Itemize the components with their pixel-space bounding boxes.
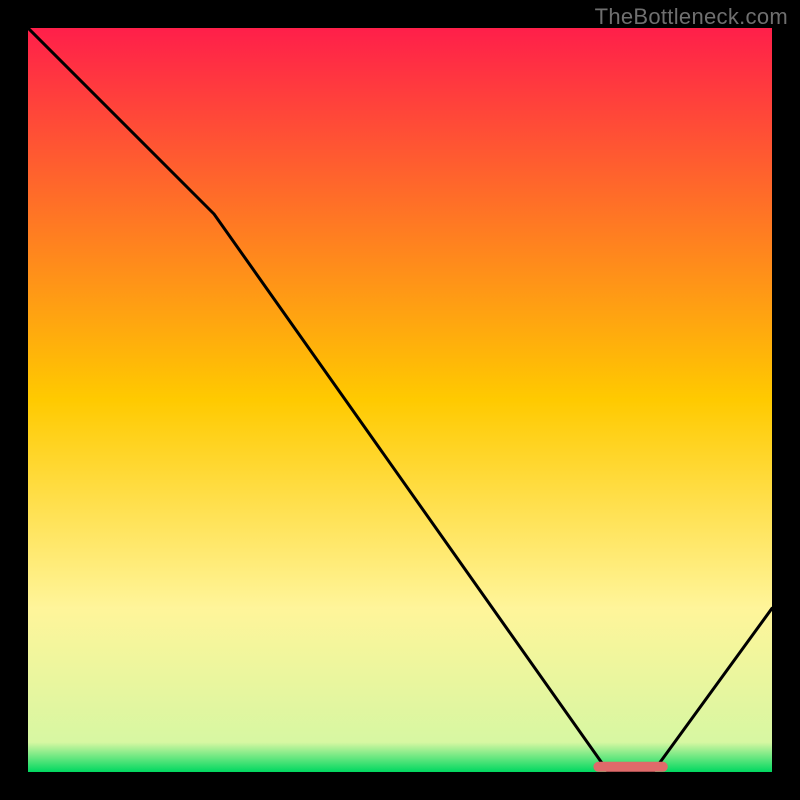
plot-area bbox=[28, 28, 772, 772]
chart-stage: TheBottleneck.com bbox=[0, 0, 800, 800]
chart-svg bbox=[28, 28, 772, 772]
watermark-text: TheBottleneck.com bbox=[595, 4, 788, 30]
optimal-range-marker bbox=[593, 762, 667, 772]
